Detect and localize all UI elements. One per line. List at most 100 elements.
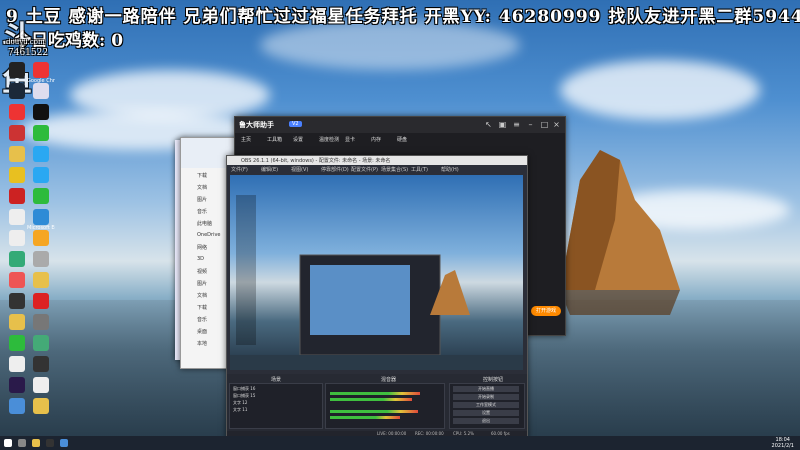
dock-scenes-header: 场景	[271, 377, 282, 383]
scene-item[interactable]: 窗口捕获 16	[233, 386, 255, 392]
blue-app-icon[interactable]	[30, 335, 52, 357]
folder-glyph-icon	[9, 146, 25, 162]
folder4-icon[interactable]	[30, 398, 52, 420]
explorer-nav-item[interactable]: 音乐	[197, 208, 207, 215]
explorer-nav-item[interactable]: 音乐	[197, 316, 207, 323]
qq-penguin-icon[interactable]	[30, 104, 52, 126]
obs-menu-item[interactable]: 文件(F)	[231, 166, 248, 173]
ludashi-tab[interactable]: 显卡	[345, 136, 355, 146]
wechat-icon[interactable]	[30, 125, 52, 147]
obs-control-button[interactable]: 设置	[453, 410, 519, 416]
obs-icon[interactable]	[6, 293, 28, 315]
open-game-button[interactable]: 打开游戏	[531, 306, 561, 316]
obs-menubar: 文件(F) 编辑(E) 视图(V) 停靠部件(D) 配置文件(P) 场景集合(S) 工具(T…	[227, 166, 527, 174]
start-icon[interactable]	[4, 439, 12, 447]
ludashi-tab[interactable]: 主页	[241, 136, 251, 146]
obs-glyph-icon	[9, 293, 25, 309]
close-icon[interactable]: ×	[551, 119, 562, 130]
ludashi-tab[interactable]: 硬盘	[397, 136, 407, 146]
explorer-nav-item[interactable]: 文档	[197, 184, 207, 191]
explorer-nav-item[interactable]: 图片	[197, 280, 207, 287]
obs-control-button[interactable]: 开始录制	[453, 394, 519, 400]
doc2-icon[interactable]	[6, 356, 28, 378]
explorer-nav-item[interactable]: 桌面	[197, 328, 207, 335]
steam-icon[interactable]	[6, 83, 28, 105]
dock-controls-header: 控制按钮	[483, 377, 504, 383]
obs-taskbar-icon[interactable]	[46, 439, 54, 447]
explorer-taskbar-icon[interactable]	[32, 439, 40, 447]
explorer-nav-item[interactable]: 本地	[197, 340, 207, 347]
scene-item[interactable]: 文字 12	[233, 400, 247, 406]
app-red-icon[interactable]	[6, 188, 28, 210]
file-icon[interactable]	[6, 209, 28, 231]
photo-icon[interactable]	[30, 314, 52, 336]
edge-icon[interactable]: Microsoft Edge	[27, 209, 55, 231]
obs2-glyph-icon	[33, 356, 49, 372]
obs-menu-item[interactable]: 场景集合(S)	[381, 166, 408, 173]
obs-control-button[interactable]: 开始直播	[453, 386, 519, 392]
explorer-nav-item[interactable]: 3D	[197, 256, 204, 262]
pc-icon[interactable]	[6, 398, 28, 420]
qq-icon[interactable]	[6, 104, 28, 126]
scene-item[interactable]: 窗口捕获 15	[233, 393, 255, 399]
record-icon[interactable]	[6, 62, 28, 84]
app-icon[interactable]	[30, 83, 52, 105]
obs-control-button[interactable]: 退出	[453, 418, 519, 424]
tool-icon[interactable]	[30, 377, 52, 399]
tencent-icon[interactable]	[30, 146, 52, 168]
ludashi-tab[interactable]: 温度检测	[319, 136, 339, 146]
minimize-icon[interactable]: –	[525, 119, 536, 130]
explorer-nav-item[interactable]: 文档	[197, 292, 207, 299]
maximize-icon[interactable]: □	[539, 119, 550, 130]
folder-icon[interactable]	[6, 146, 28, 168]
wechat2-icon[interactable]	[6, 335, 28, 357]
obs-menu-item[interactable]: 停靠部件(D)	[321, 166, 349, 173]
wechat-work-icon[interactable]	[30, 188, 52, 210]
record-glyph-icon	[9, 62, 25, 78]
scrolling-ticker: 9 土豆 感谢一路陪伴 兄弟们帮忙过过福星任务拜托 开黑YY: 46280999…	[6, 7, 800, 27]
mixer-panel[interactable]	[325, 383, 445, 429]
explorer-nav-item[interactable]: 此电脑	[197, 220, 212, 227]
search-icon[interactable]	[18, 439, 26, 447]
explorer-nav-item[interactable]: 图片	[197, 196, 207, 203]
app-taskbar-icon[interactable]	[60, 439, 68, 447]
arrow-icon[interactable]	[30, 167, 52, 189]
taskbar-clock[interactable]: 18:04 2021/2/1	[772, 437, 794, 449]
folder3-icon[interactable]	[6, 314, 28, 336]
chrome-icon[interactable]: Google Chrome	[27, 62, 55, 84]
explorer-nav-item[interactable]: 下载	[197, 172, 207, 179]
game-icon[interactable]	[6, 167, 28, 189]
menu-icon[interactable]: ≡	[511, 119, 522, 130]
folder2-icon[interactable]	[30, 272, 52, 294]
skin-icon[interactable]: ▣	[497, 119, 508, 130]
scenes-panel[interactable]: 窗口捕获 16 窗口捕获 15 文字 12 文字 11	[229, 383, 323, 429]
globe-icon[interactable]	[6, 251, 28, 273]
premiere-icon[interactable]	[6, 377, 28, 399]
obs-menu-item[interactable]: 视图(V)	[291, 166, 308, 173]
doc-icon[interactable]	[6, 230, 28, 252]
obs-control-button[interactable]: 工作室模式	[453, 402, 519, 408]
explorer-nav-item[interactable]: 视频	[197, 268, 207, 275]
apps-icon[interactable]	[6, 272, 28, 294]
scene-item[interactable]: 文字 11	[233, 407, 247, 413]
wechat-glyph-icon	[33, 125, 49, 141]
audio-meter	[330, 416, 400, 419]
ludashi-tab[interactable]: 内存	[371, 136, 381, 146]
obs-window[interactable]: OBS 26.1.1 (64-bit, windows) - 配置文件: 未命名…	[226, 155, 528, 439]
ludashi-tab[interactable]: 设置	[293, 136, 303, 146]
explorer-nav-item[interactable]: 下载	[197, 304, 207, 311]
explorer-nav-item[interactable]: OneDrive	[197, 232, 221, 238]
obs2-icon[interactable]	[30, 356, 52, 378]
ludashi-tab[interactable]: 工具箱	[267, 136, 282, 146]
preview-recursion	[230, 195, 523, 370]
explorer-nav-item[interactable]: 网络	[197, 244, 207, 251]
obs-menu-item[interactable]: 工具(T)	[411, 166, 428, 173]
obs-menu-item[interactable]: 编辑(E)	[261, 166, 278, 173]
cloud-app-icon[interactable]	[30, 230, 52, 252]
obs-menu-item[interactable]: 配置文件(P)	[351, 166, 378, 173]
obs-preview[interactable]	[230, 175, 523, 370]
obs-menu-item[interactable]: 帮助(H)	[441, 166, 459, 173]
netease-icon[interactable]	[30, 293, 52, 315]
settings-icon[interactable]	[30, 251, 52, 273]
music-icon[interactable]	[6, 125, 28, 147]
